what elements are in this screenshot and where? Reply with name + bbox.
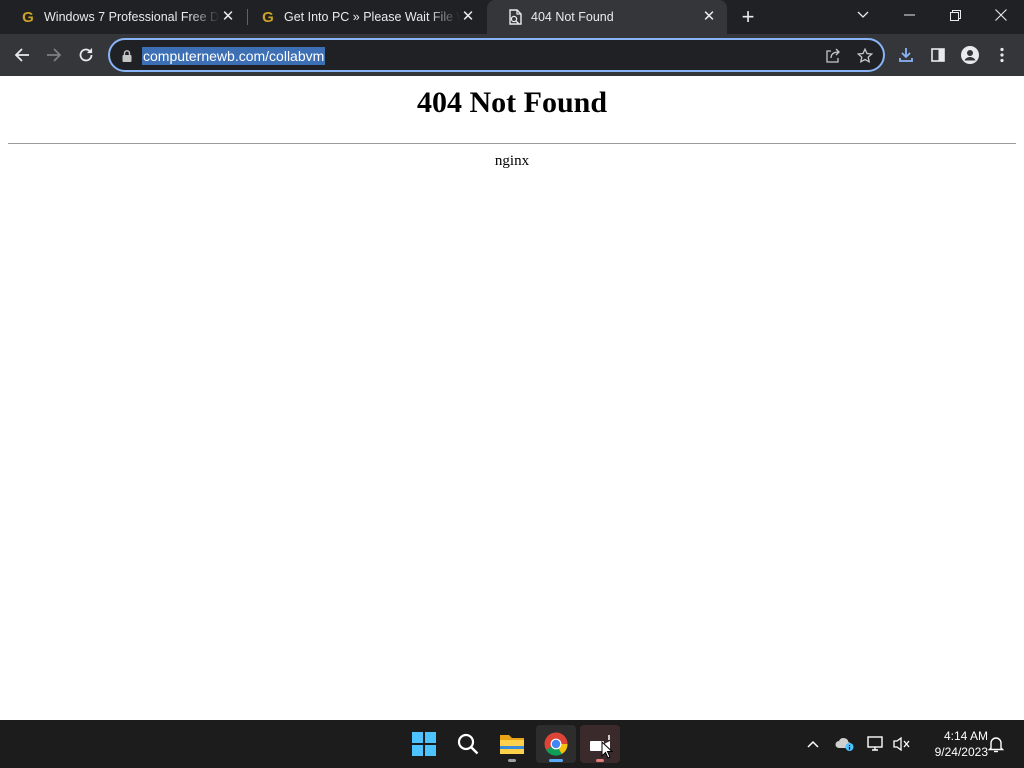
more-vertical-icon (1000, 47, 1004, 63)
taskbar: 4:14 AM 9/24/2023 (0, 720, 1024, 768)
url-text[interactable]: computernewb.com/collabvm (142, 47, 326, 65)
new-tab-button[interactable]: + (736, 6, 760, 28)
running-indicator (508, 759, 516, 762)
page-content: 404 Not Found nginx (0, 76, 1024, 720)
start-icon (412, 732, 436, 756)
file-explorer-icon (500, 735, 524, 754)
notifications-button[interactable] (986, 734, 1006, 754)
address-bar[interactable]: computernewb.com/collabvm (108, 38, 885, 72)
getintopc-favicon-icon: G (22, 8, 34, 26)
profile-avatar-icon (961, 46, 979, 64)
tab-getintopc[interactable]: G Get Into PC » Please Wait File Will Do… (240, 0, 486, 34)
restore-button[interactable] (932, 0, 978, 30)
bell-icon (988, 737, 1004, 753)
taskbar-search-button[interactable] (448, 725, 488, 763)
lock-icon[interactable] (118, 47, 136, 65)
back-button[interactable] (8, 41, 36, 69)
restore-icon (949, 9, 961, 21)
start-button[interactable] (404, 725, 444, 763)
side-panel-icon (931, 48, 945, 62)
tab-title: Get Into PC » Please Wait File Will Down… (284, 10, 460, 24)
reload-button[interactable] (72, 41, 100, 69)
close-icon (995, 9, 1007, 21)
mouse-cursor-icon (601, 741, 613, 759)
show-hidden-icons-button[interactable] (803, 734, 823, 754)
tab-close-icon[interactable]: ✕ (701, 9, 717, 25)
tab-close-icon[interactable]: ✕ (460, 9, 476, 25)
tab-strip: G Windows 7 Professional Free Download ✕… (0, 0, 1024, 34)
download-icon (899, 48, 913, 62)
page-heading: 404 Not Found (416, 86, 608, 119)
onedrive-tray-button[interactable] (835, 734, 855, 754)
chevron-up-icon (807, 740, 819, 748)
downloads-button[interactable] (892, 41, 920, 69)
chevron-down-icon (857, 11, 869, 18)
volume-muted-icon (893, 736, 910, 752)
tab-title: 404 Not Found (531, 10, 614, 24)
reload-icon (79, 48, 93, 62)
bookmark-star-icon[interactable] (856, 47, 874, 65)
running-indicator (596, 759, 604, 762)
file-explorer-button[interactable] (492, 725, 532, 763)
side-panel-button[interactable] (924, 41, 952, 69)
back-arrow-icon (14, 48, 29, 62)
network-icon (867, 736, 883, 751)
minimize-button[interactable] (886, 0, 932, 30)
divider (8, 143, 1016, 144)
tab-title: Windows 7 Professional Free Download (44, 10, 220, 24)
profile-button[interactable] (956, 41, 984, 69)
minimize-icon (903, 14, 915, 16)
clock-time: 4:14 AM (943, 729, 988, 743)
clock-date: 9/24/2023 (934, 745, 988, 759)
forward-button[interactable] (40, 41, 68, 69)
chrome-icon (544, 732, 568, 756)
tab-404-not-found[interactable]: 404 Not Found ✕ (487, 0, 727, 34)
active-indicator (549, 759, 563, 762)
search-icon (457, 733, 479, 755)
getintopc-favicon-icon: G (262, 8, 274, 26)
browser-toolbar: computernewb.com/collabvm (0, 34, 1024, 76)
volume-tray-button[interactable] (892, 734, 912, 754)
tab-close-icon[interactable]: ✕ (220, 9, 236, 25)
server-signature: nginx (494, 153, 530, 169)
close-window-button[interactable] (978, 0, 1024, 30)
network-tray-button[interactable] (866, 734, 886, 754)
share-icon[interactable] (824, 47, 842, 65)
system-clock[interactable]: 4:14 AM 9/24/2023 (918, 728, 988, 760)
cloud-info-icon (835, 738, 854, 751)
chrome-button[interactable] (536, 725, 576, 763)
tab-search-button[interactable] (840, 0, 886, 30)
tab-windows7[interactable]: G Windows 7 Professional Free Download ✕ (0, 0, 246, 34)
menu-button[interactable] (988, 41, 1016, 69)
page-favicon-icon (507, 9, 523, 25)
vm-app-button[interactable] (580, 725, 620, 763)
forward-arrow-icon (47, 48, 62, 62)
